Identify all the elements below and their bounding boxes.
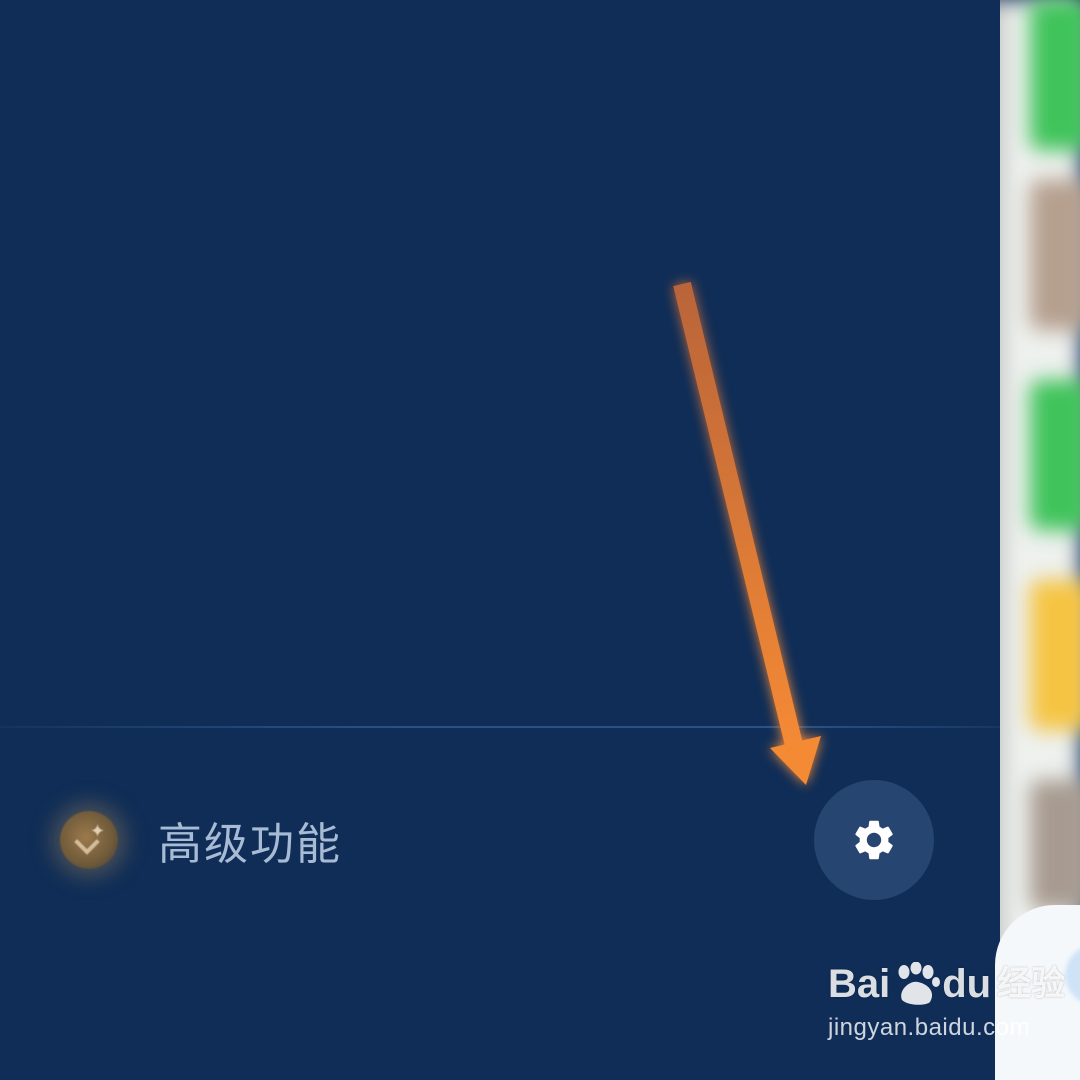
watermark-brand-du: du — [942, 962, 992, 1006]
gear-icon — [855, 820, 893, 860]
premium-features-label: 高级功能 — [158, 819, 342, 870]
drawer-divider — [0, 726, 1000, 728]
side-drawer: ✦ 高级功能 — [0, 0, 1000, 1080]
watermark-brand-jingyan: 经验 — [997, 964, 1066, 1004]
settings-button[interactable] — [814, 780, 934, 900]
background-tile-green — [1030, 380, 1080, 530]
watermark-brand-bai: Bai — [828, 962, 891, 1006]
background-avatar — [1065, 945, 1080, 1005]
screen: ✦ 高级功能 Bai du 经验 jingyan.baidu.com — [0, 0, 1080, 1080]
watermark-url: jingyan.baidu.com — [828, 1014, 1030, 1041]
background-tile-photo — [1030, 780, 1080, 910]
vip-badge-icon: ✦ — [60, 811, 118, 869]
background-tile-green — [1030, 0, 1080, 150]
baidu-paw-icon — [898, 962, 941, 1005]
background-tile-yellow — [1030, 580, 1080, 730]
premium-features-item[interactable]: ✦ 高级功能 — [60, 800, 342, 880]
baidu-jingyan-watermark: Bai du 经验 jingyan.baidu.com — [828, 962, 1065, 1042]
background-tile-photo — [1030, 180, 1080, 330]
